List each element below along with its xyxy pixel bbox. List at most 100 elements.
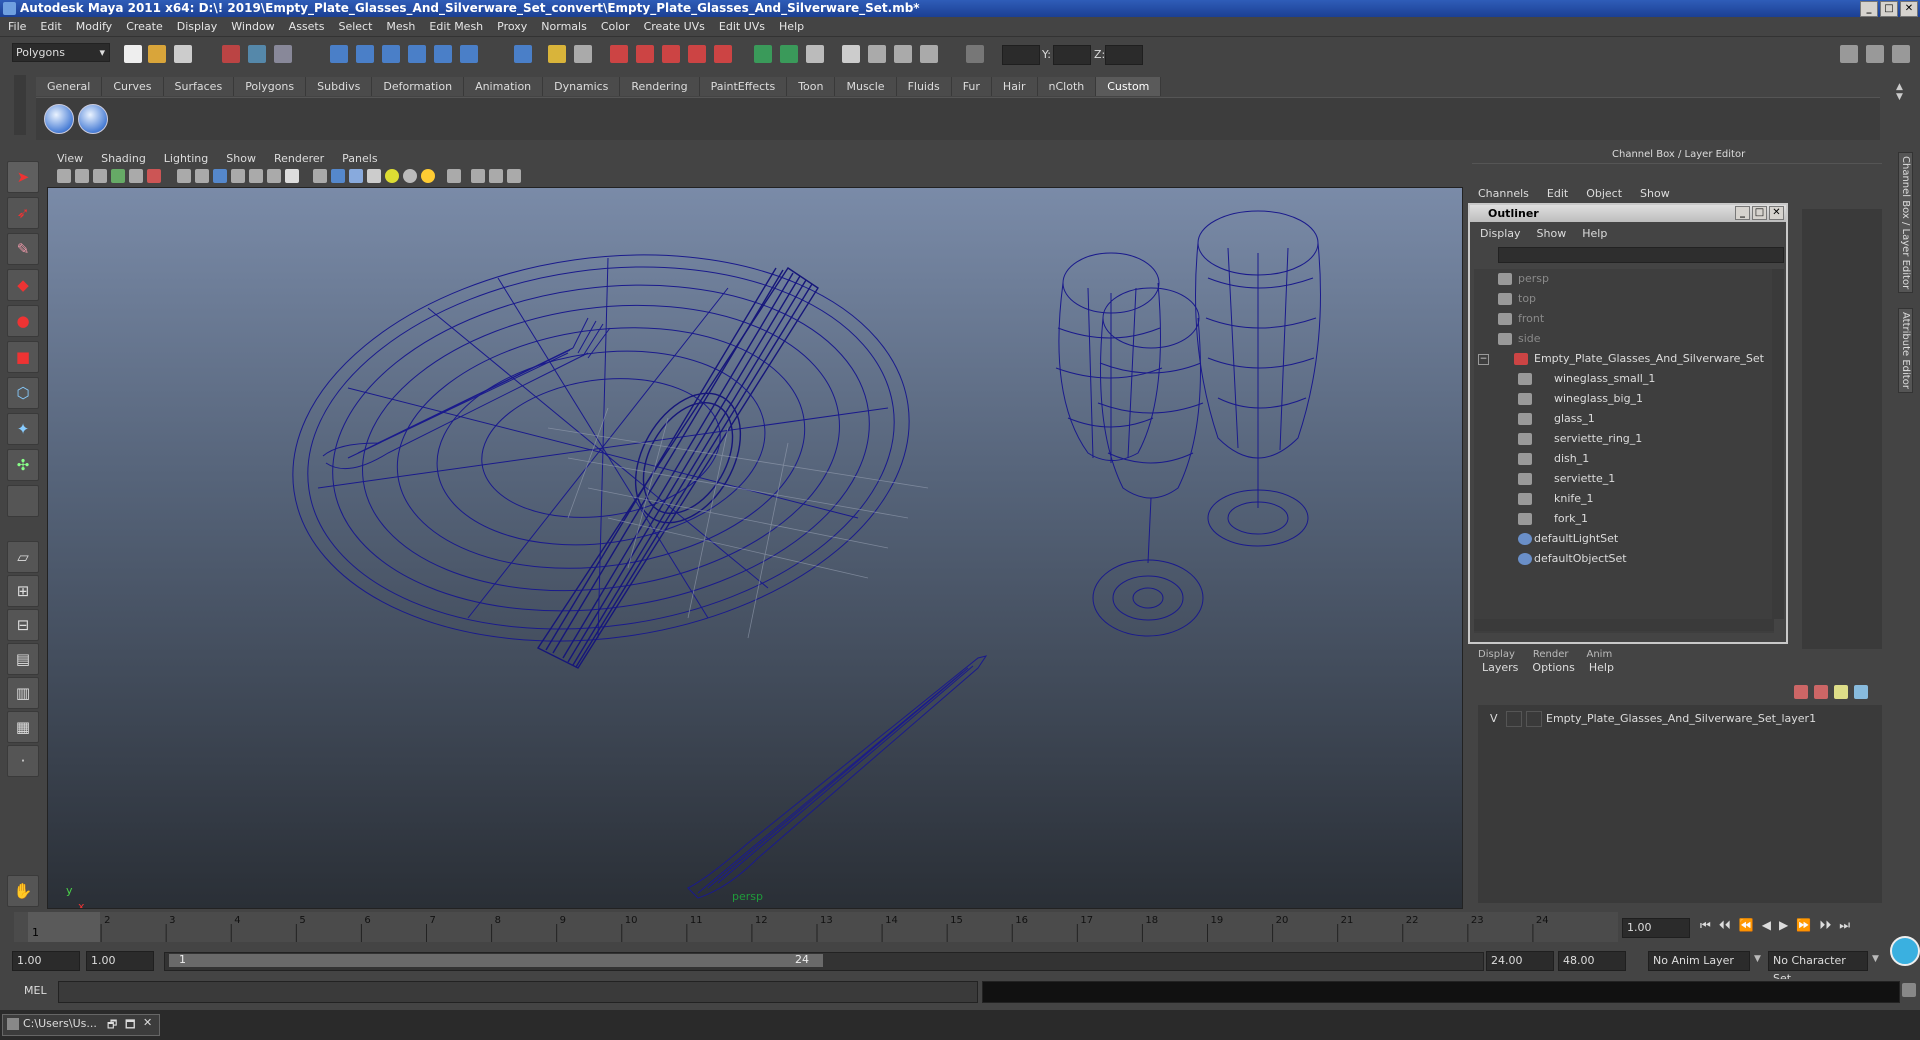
snap-grid-icon[interactable] [330,45,348,63]
outliner-show-menu[interactable]: Show [1537,227,1567,240]
current-time-marker[interactable]: 1 [28,912,100,942]
outliner-help-menu[interactable]: Help [1582,227,1607,240]
outliner-display-menu[interactable]: Display [1480,227,1521,240]
step-back-key-icon[interactable]: ⏪ [1739,918,1754,933]
y-field[interactable] [1053,45,1091,65]
tab-rendering[interactable]: Rendering [620,77,700,96]
four-view-layout-icon[interactable]: ⊞ [7,575,39,607]
outliner-vertical-scrollbar[interactable] [1772,269,1784,619]
channel-edit-menu[interactable]: Edit [1547,187,1568,200]
sculpt-icon[interactable] [894,45,912,63]
select-by-hierarchy-icon[interactable] [222,45,240,63]
viewport-menu-lighting[interactable]: Lighting [164,152,208,165]
new-scene-icon[interactable] [124,45,142,63]
viewport-menu-panels[interactable]: Panels [342,152,377,165]
tab-polygons[interactable]: Polygons [234,77,307,96]
minimized-window-close-button[interactable]: ✕ [143,1016,152,1029]
viewport-menu-show[interactable]: Show [226,152,256,165]
tab-ncloth[interactable]: nCloth [1037,77,1097,96]
outliner-filter-field[interactable] [1498,247,1784,263]
outliner-item-set[interactable]: defaultObjectSet [1518,549,1627,569]
tab-custom[interactable]: Custom [1096,77,1162,96]
new-layer-icon[interactable] [1794,685,1808,699]
current-frame-field[interactable]: 1.00 [1622,918,1690,938]
grid-toggle-icon[interactable] [129,169,143,183]
outliner-item-child[interactable]: fork_1 [1518,509,1588,529]
layer-color-swatch[interactable] [1526,711,1542,727]
side-tab-channel-box[interactable]: Channel Box / Layer Editor [1898,152,1913,294]
soft-mod-tool-icon[interactable]: ✦ [7,413,39,445]
menu-help[interactable]: Help [779,20,804,33]
minimized-window-restore-button[interactable]: 🗗 [107,1016,117,1035]
shadows-icon[interactable] [421,169,435,183]
transform-icon[interactable] [920,45,938,63]
resolution-gate-icon[interactable] [471,169,485,183]
channel-toggle-icon[interactable] [754,45,772,63]
input-ops-icon[interactable] [548,45,566,63]
tab-deformation[interactable]: Deformation [372,77,465,96]
bookmarks-icon[interactable] [93,169,107,183]
scale-tool-icon[interactable]: ■ [7,341,39,373]
close-button[interactable]: ✕ [1900,1,1918,17]
step-back-icon[interactable]: ⏴⏴ [1719,918,1731,933]
tab-hair[interactable]: Hair [991,77,1038,96]
toggle-tool-settings-icon[interactable] [1892,45,1910,63]
outliner-horizontal-scrollbar[interactable] [1474,619,1774,631]
script-editor-icon[interactable] [1902,983,1916,997]
film-gate-icon[interactable] [147,169,161,183]
animation-start-field[interactable]: 1.00 [12,951,80,971]
custom-shelf-check-icon[interactable] [44,104,74,134]
command-input[interactable] [58,981,978,1003]
render-view-icon[interactable] [714,45,732,63]
outliner-item-side[interactable]: side [1498,329,1541,349]
empty-tool-slot-icon[interactable] [7,485,39,517]
side-tab-attribute-editor[interactable]: Attribute Editor [1898,308,1913,393]
snap-surface-icon[interactable] [460,45,478,63]
auto-key-icon[interactable] [1890,936,1920,966]
shelf-grip[interactable] [14,75,26,135]
hypershade-icon[interactable] [688,45,706,63]
layout-icon[interactable] [868,45,886,63]
cube-textured-icon[interactable] [349,169,363,183]
default-light-icon[interactable] [385,169,399,183]
step-forward-icon[interactable]: ⏵⏵ [1819,918,1831,933]
animation-end-field[interactable]: 48.00 [1558,951,1626,971]
menu-edit-uvs[interactable]: Edit UVs [719,20,765,33]
textured-icon[interactable] [231,169,245,183]
cube-shaded-icon[interactable] [331,169,345,183]
maximize-button[interactable]: □ [1880,1,1898,17]
tab-subdivs[interactable]: Subdivs [306,77,373,96]
mode-menu[interactable]: Polygons ▾ [12,43,110,62]
persp-graph-layout-icon[interactable]: ▤ [7,643,39,675]
open-scene-icon[interactable] [148,45,166,63]
tab-toon[interactable]: Toon [787,77,836,96]
cube-wire-icon[interactable] [313,169,327,183]
outliner-item-child[interactable]: wineglass_small_1 [1518,369,1655,389]
manipulator-tool-icon[interactable]: ⬡ [7,377,39,409]
outliner-item-persp[interactable]: persp [1498,269,1549,289]
make-live-icon[interactable] [434,45,452,63]
perspective-viewport[interactable]: y x persp [47,187,1463,909]
menu-normals[interactable]: Normals [541,20,587,33]
viewport-menu-view[interactable]: View [57,152,83,165]
viewport-menu-renderer[interactable]: Renderer [274,152,324,165]
chevron-down-icon[interactable]: ▼ [1872,954,1879,964]
tool-settings-icon[interactable] [806,45,824,63]
snap-point-icon[interactable] [382,45,400,63]
mel-label[interactable]: MEL [24,984,47,997]
outliner-maximize-button[interactable]: □ [1752,206,1767,220]
menu-edit[interactable]: Edit [40,20,61,33]
outliner-item-front[interactable]: front [1498,309,1544,329]
rotate-tool-icon[interactable]: ● [7,305,39,337]
play-backward-icon[interactable]: ◀ [1762,918,1771,933]
go-to-end-icon[interactable]: ⏭ [1839,918,1850,933]
layer-tab-render[interactable]: Render [1533,649,1569,660]
menu-create[interactable]: Create [126,20,163,33]
menu-file[interactable]: File [8,20,26,33]
outliner-minimize-button[interactable]: _ [1735,206,1750,220]
channel-show-menu[interactable]: Show [1640,187,1670,200]
layer-attr-icon[interactable] [1854,685,1868,699]
go-to-start-icon[interactable]: ⏮ [1700,918,1711,933]
layout-share-icon[interactable] [507,169,521,183]
outliner-close-button[interactable]: ✕ [1769,206,1784,220]
